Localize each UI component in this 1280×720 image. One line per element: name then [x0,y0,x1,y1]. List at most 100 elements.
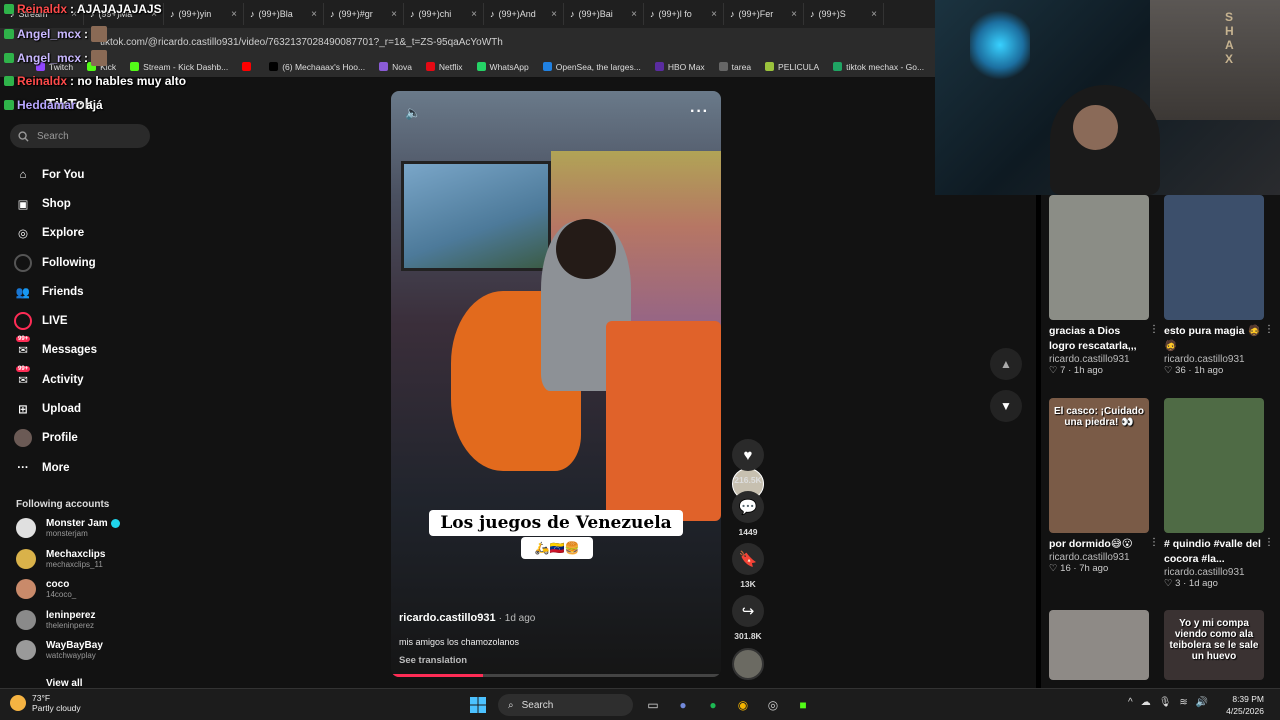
heart-icon[interactable]: ♥ [732,439,764,471]
sidebar-item-more[interactable]: ··· More [14,453,97,482]
close-tab-icon[interactable]: × [311,9,317,20]
bookmark-item[interactable]: WhatsApp [476,62,529,72]
related-video-thumbnail[interactable] [1164,195,1264,320]
sidebar-item-activity[interactable]: ✉ 99+ Activity [14,365,97,394]
browser-tab[interactable]: ♪ (99+)Bai × [564,3,644,25]
close-tab-icon[interactable]: × [231,9,237,20]
like-action[interactable]: ♥ 216.5K [732,439,764,485]
related-video-author[interactable]: ricardo.castillo931 [1164,567,1274,578]
related-video-author[interactable]: ricardo.castillo931 [1049,552,1159,563]
see-translation-link[interactable]: See translation [399,655,467,666]
browser-tab[interactable]: ♪ (99+)And × [484,3,564,25]
bookmark-icon[interactable]: 🔖 [732,543,764,575]
previous-video-button[interactable]: ▲ [990,348,1022,380]
related-video-thumbnail[interactable] [1049,610,1149,680]
file-explorer-icon[interactable]: ▭ [643,695,663,715]
close-tab-icon[interactable]: × [791,9,797,20]
discord-icon[interactable]: ● [673,695,693,715]
related-video-title[interactable]: # quindio #valle del cocora #la... [1164,537,1274,567]
following-account-item[interactable]: Monster Jam monsterjam [16,518,120,538]
comment-action[interactable]: 💬 1449 [732,491,764,537]
related-video-card[interactable]: El casco: ¡Cuidado una piedra! 👀 por dorm… [1049,398,1159,574]
taskbar-search[interactable]: ⌕ Search [498,694,633,716]
windows-start-icon[interactable] [468,695,488,715]
system-tray[interactable]: ^ ☁ 🎙 ≋ 🔊 [1128,697,1208,708]
sidebar-item-following[interactable]: Following [14,248,97,277]
sidebar-item-profile[interactable]: Profile [14,424,97,453]
chrome-icon[interactable]: ◉ [733,695,753,715]
mic-icon[interactable]: 🎙 [1159,697,1172,708]
volume-tray-icon[interactable]: 🔊 [1196,697,1208,708]
cloud-icon[interactable]: ☁ [1141,697,1151,708]
share-icon[interactable]: ↪ [732,595,764,627]
volume-icon[interactable]: 🔈 [405,105,421,121]
related-video-card[interactable]: Yo y mi compa viendo como ala teibolera … [1164,610,1274,680]
following-account-item[interactable]: coco 14coco_ [16,579,76,600]
bookmark-item[interactable]: tiktok mechax - Go... [833,62,924,72]
sidebar-item-live[interactable]: LIVE [14,306,97,335]
close-tab-icon[interactable]: × [871,9,877,20]
following-account-item[interactable]: Mechaxclips mechaxclips_11 [16,548,105,569]
bookmark-item[interactable]: (6) Mechaaax's Hoo... [269,62,365,72]
bookmark-item[interactable] [242,62,255,71]
bookmark-item[interactable]: Nova [379,62,412,72]
kick-icon[interactable]: ■ [793,695,813,715]
related-video-card[interactable] [1049,610,1159,680]
share-action[interactable]: ↪ 301.8K [732,595,764,641]
more-options-icon[interactable]: ··· [690,103,709,121]
video-author[interactable]: ricardo.castillo931 · 1d ago [399,612,535,624]
spotify-icon[interactable]: ● [703,695,723,715]
related-video-card[interactable]: # quindio #valle del cocora #la... ⋮ ricar… [1164,398,1274,589]
save-action[interactable]: 🔖 13K [732,543,764,589]
related-video-thumbnail[interactable] [1164,398,1264,533]
weather-widget[interactable]: 73°F Partly cloudy [10,693,81,713]
close-tab-icon[interactable]: × [551,9,557,20]
related-video-title[interactable]: gracias a Dios logro rescatarla,,, [1049,324,1159,354]
bookmark-item[interactable]: Stream - Kick Dashb... [130,62,228,72]
sidebar-item-friends[interactable]: 👥 Friends [14,277,97,306]
close-tab-icon[interactable]: × [711,9,717,20]
browser-tab[interactable]: ♪ (99+)Fer × [724,3,804,25]
more-options-icon[interactable]: ⋮ [1149,537,1159,548]
sidebar-item-messages[interactable]: ✉ 99+ Messages [14,336,97,365]
browser-tab[interactable]: ♪ (99+)l fo × [644,3,724,25]
bookmark-item[interactable]: Netflix [425,62,463,72]
video-player[interactable]: 🔈 ··· Los juegos de Venezuela 🛵🇻🇪🍔 ricar… [391,91,721,677]
sidebar-item-for-you[interactable]: ⌂ For You [14,160,97,189]
sidebar-item-upload[interactable]: ⊞ Upload [14,394,97,423]
sidebar-item-shop[interactable]: ▣ Shop [14,189,97,218]
more-options-icon[interactable]: ⋮ [1149,324,1159,335]
bookmark-item[interactable]: tarea [718,62,751,72]
browser-tab[interactable]: ♪ (99+)#gr × [324,3,404,25]
next-video-button[interactable]: ▼ [990,390,1022,422]
music-disc-icon[interactable] [732,648,764,680]
clock[interactable]: 8:39 PM 4/25/2026 [1226,693,1264,717]
video-author-name[interactable]: ricardo.castillo931 [399,612,496,624]
more-options-icon[interactable]: ⋮ [1264,537,1274,548]
video-progress-bar[interactable] [391,674,721,677]
browser-tab[interactable]: ♪ (99+)yin × [164,3,244,25]
related-video-thumbnail[interactable]: Yo y mi compa viendo como ala teibolera … [1164,610,1264,680]
related-video-title[interactable]: esto pura magia 🧔🧔 [1164,324,1274,354]
bookmark-item[interactable]: PELICULA [765,62,819,72]
related-video-author[interactable]: ricardo.castillo931 [1164,354,1274,365]
search-input[interactable]: Search [10,124,150,148]
browser-tab[interactable]: ♪ (99+)Bla × [244,3,324,25]
close-tab-icon[interactable]: × [471,9,477,20]
related-video-title[interactable]: por dormido😅😮 [1049,537,1159,552]
related-video-author[interactable]: ricardo.castillo931 [1049,354,1159,365]
browser-tab[interactable]: ♪ (99+)chi × [404,3,484,25]
related-video-card[interactable]: gracias a Dios logro rescatarla,,, ⋮ ricar… [1049,195,1159,376]
bookmark-item[interactable]: OpenSea, the larges... [542,62,641,72]
tray-chevron-icon[interactable]: ^ [1128,697,1133,708]
bookmark-item[interactable]: HBO Max [654,62,705,72]
following-account-item[interactable]: leninperez theleninperez [16,609,95,630]
obs-icon[interactable]: ◎ [763,695,783,715]
related-video-thumbnail[interactable] [1049,195,1149,320]
related-video-card[interactable]: esto pura magia 🧔🧔 ⋮ ricardo.castillo931 ♡ … [1164,195,1274,376]
more-options-icon[interactable]: ⋮ [1264,324,1274,335]
wifi-icon[interactable]: ≋ [1179,697,1187,708]
following-account-item[interactable]: WayBayBay watchwayplay [16,640,103,661]
browser-tab[interactable]: ♪ (99+)S × [804,3,884,25]
url-text[interactable]: tiktok.com/@ricardo.castillo931/video/76… [100,37,503,48]
